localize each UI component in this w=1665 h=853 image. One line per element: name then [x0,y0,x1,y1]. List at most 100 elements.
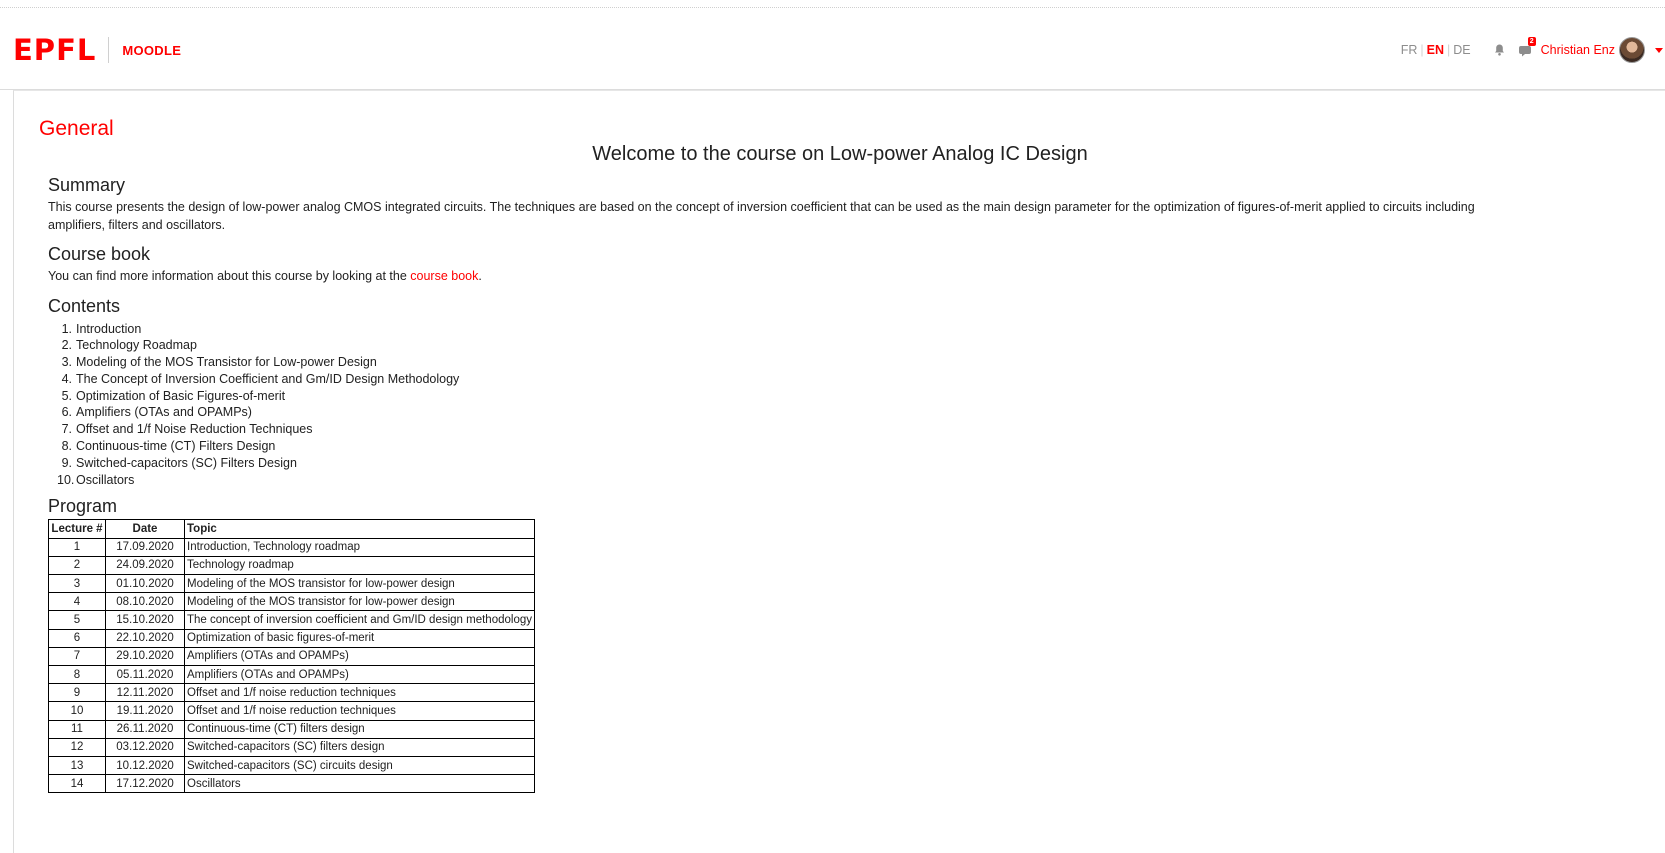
bell-icon[interactable] [1492,42,1508,58]
cell-topic: Modeling of the MOS transistor for low-p… [184,592,535,612]
course-section-panel: General Welcome to the course on Low-pow… [13,90,1665,853]
epfl-logo[interactable]: EPFL [13,36,96,65]
cell-topic: Optimization of basic figures-of-merit [184,628,535,648]
cell-topic: Oscillators [184,774,535,794]
course-book-link[interactable]: course book [410,269,478,283]
cell-lecture: 2 [48,555,106,576]
table-row: 5 15.10.2020 The concept of inversion coef… [48,610,535,630]
cell-date: 03.12.2020 [105,737,185,757]
lang-de[interactable]: DE [1450,43,1473,57]
table-row: 3 01.10.2020 Modeling of the MOS transisto… [48,574,535,594]
cell-lecture: 3 [48,574,106,594]
cell-date: 26.11.2020 [105,719,185,739]
cell-lecture: 10 [48,701,106,721]
list-item: 10. Oscillators [57,472,135,487]
course-book-text-before: You can find more information about this… [48,269,411,283]
cell-date: 12.11.2020 [105,683,185,703]
cell-lecture: 7 [48,646,106,666]
contents-heading: Contents [48,295,121,316]
list-item: 3. Modeling of the MOS Transistor for Low… [61,355,377,370]
messages-badge: 2 [1527,37,1536,46]
section-content: Summary This course presents the design … [48,173,1528,794]
summary-text: This course presents the design of low-p… [48,200,1475,232]
column-header-lecture: Lecture # [48,519,106,539]
course-book-text: You can find more information about this… [48,268,1528,286]
list-item: 1. Introduction [61,321,142,336]
course-book-heading: Course book [48,244,151,264]
cell-date: 19.11.2020 [105,701,185,721]
table-row: 13 10.12.2020 Switched-capacitors (SC) cir… [48,755,535,776]
cell-topic: Offset and 1/f noise reduction technique… [184,701,535,721]
contents-list: 1. Introduction 2. Technology Roadmap 3. Mo… [48,321,1528,489]
course-book-text-after: . [478,269,482,283]
list-item: 7. Offset and 1/f Noise Reduction Techniq… [61,422,313,437]
cell-topic: Technology roadmap [184,555,535,576]
table-row: 9 12.11.2020 Offset and 1/f noise reductio… [48,683,535,703]
cell-topic: Offset and 1/f noise reduction technique… [184,683,535,703]
table-row: 14 17.12.2020 Oscillators [48,774,535,794]
lang-en[interactable]: EN [1424,43,1447,57]
cell-lecture: 11 [48,719,106,739]
avatar[interactable] [1619,37,1645,63]
table-row: 1 17.09.2020 Introduction, Technology road… [48,537,535,557]
column-header-date: Date [105,519,185,539]
cell-date: 05.11.2020 [105,664,185,685]
user-menu-name[interactable]: Christian Enz [1541,43,1615,57]
list-item: 2. Technology Roadmap [61,338,197,353]
list-item: 9. Switched-capacitors (SC) Filters Desig… [61,455,297,470]
cell-lecture: 14 [48,774,106,794]
cell-topic: Amplifiers (OTAs and OPAMPs) [184,664,535,685]
logo-divider [108,37,110,63]
header-top-edge [0,7,1665,11]
table-row: 7 29.10.2020 Amplifiers (OTAs and OPAMPs) [48,646,535,666]
table-row: 11 26.11.2020 Continuous-time (CT) filters… [48,719,535,739]
cell-topic: Modeling of the MOS transistor for low-p… [184,574,535,594]
list-item: 8. Continuous-time (CT) Filters Design [61,439,276,454]
cell-topic: Continuous-time (CT) filters design [184,719,535,739]
cell-lecture: 1 [48,537,106,557]
cell-date: 24.09.2020 [105,555,185,576]
caret-down-icon[interactable] [1655,47,1663,53]
cell-topic: The concept of inversion coefficient and… [184,610,535,630]
cell-date: 08.10.2020 [105,592,185,612]
list-item: 4. The Concept of Inversion Coefficient a… [61,371,460,386]
app-name[interactable]: MOODLE [122,43,181,58]
cell-date: 01.10.2020 [105,574,185,594]
table-row: 12 03.12.2020 Switched-capacitors (SC) fil… [48,737,535,757]
section-title: General [39,117,114,140]
list-item: 5. Optimization of Basic Figures-of-merit [61,388,286,403]
cell-topic: Introduction, Technology roadmap [184,537,535,557]
welcome-heading: Welcome to the course on Low-power Analo… [592,143,1088,165]
cell-date: 10.12.2020 [105,755,185,776]
cell-date: 22.10.2020 [105,628,185,648]
site-header: EPFL MOODLE FR | EN | DE 2 Christian Enz [0,0,1665,90]
cell-date: 15.10.2020 [105,610,185,630]
language-switcher: FR | EN | DE [1398,43,1474,57]
cell-lecture: 4 [48,592,106,612]
cell-topic: Amplifiers (OTAs and OPAMPs) [184,646,535,666]
site-logo[interactable]: EPFL MOODLE [13,36,181,65]
cell-date: 17.09.2020 [105,537,185,557]
cell-lecture: 9 [48,683,106,703]
list-item: 6. Amplifiers (OTAs and OPAMPs) [61,405,252,420]
table-row: 10 19.11.2020 Offset and 1/f noise reducti… [48,701,535,721]
cell-lecture: 13 [48,755,106,776]
program-table-body: 1 17.09.2020 Introduction, Technology road… [48,537,535,794]
program-heading: Program [48,496,118,517]
cell-date: 29.10.2020 [105,646,185,666]
chat-icon[interactable]: 2 [1518,37,1536,58]
table-row: 8 05.11.2020 Amplifiers (OTAs and OPAMPs) [48,664,535,685]
cell-topic: Switched-capacitors (SC) circuits design [184,755,535,776]
table-header-row: Lecture # Date Topic [48,519,535,539]
table-row: 4 08.10.2020 Modeling of the MOS transisto… [48,592,535,612]
program-table: Lecture # Date Topic 1 17.09.2020 Introduc… [48,519,535,794]
table-row: 2 24.09.2020 Technology roadmap [48,555,535,576]
column-header-topic: Topic [184,519,535,539]
lang-fr[interactable]: FR [1398,43,1421,57]
table-row: 6 22.10.2020 Optimization of basic figures… [48,628,535,648]
cell-lecture: 6 [48,628,106,648]
cell-topic: Switched-capacitors (SC) filters design [184,737,535,757]
header-actions: FR | EN | DE 2 Christian Enz [1398,36,1665,64]
cell-lecture: 5 [48,610,106,630]
cell-lecture: 12 [48,737,106,757]
